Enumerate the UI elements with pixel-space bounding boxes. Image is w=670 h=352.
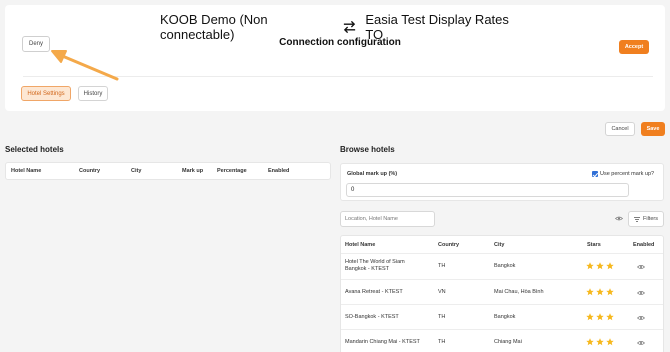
- browse-hotels-table: Hotel Name Country City Stars Enabled Ho…: [340, 235, 664, 352]
- city-cell: Mai Chau, Hòa Bình: [494, 289, 544, 295]
- use-percent-label: Use percent mark up?: [600, 171, 655, 177]
- star-icon: [596, 338, 604, 346]
- save-button[interactable]: Save: [641, 122, 665, 136]
- browse-hotels-title: Browse hotels: [340, 145, 395, 154]
- column-header-city: City: [131, 168, 142, 174]
- hotel-name-cell: Hotel The World of Siam Bangkok - KTEST: [345, 259, 405, 273]
- table-row[interactable]: SO-Bangkok - KTEST TH Bangkok: [341, 304, 663, 329]
- country-cell: TH: [438, 314, 446, 320]
- global-markup-label: Global mark up (%): [347, 171, 398, 177]
- swap-arrows-icon: [344, 20, 356, 34]
- country-cell: VN: [438, 289, 446, 295]
- eye-icon[interactable]: [637, 315, 645, 321]
- hotel-name-cell: SO-Bangkok - KTEST: [345, 314, 399, 321]
- use-percent-checkbox[interactable]: [592, 171, 598, 177]
- eye-icon[interactable]: [637, 290, 645, 296]
- page-subtitle: Connection configuration: [279, 37, 401, 48]
- column-header-hotel-name: Hotel Name: [345, 242, 376, 248]
- hotel-name-line: SO-Bangkok - KTEST: [345, 314, 399, 320]
- column-header-country: Country: [79, 168, 101, 174]
- column-header-enabled: Enabled: [633, 242, 655, 248]
- star-icon: [606, 313, 614, 321]
- country-cell: TH: [438, 339, 446, 345]
- accept-button[interactable]: Accept: [619, 40, 649, 54]
- header-divider: [23, 76, 653, 77]
- star-icon: [586, 288, 594, 296]
- hotel-name-line: Hotel The World of Siam: [345, 259, 405, 265]
- table-row[interactable]: Avana Retreat - KTEST VN Mai Chau, Hòa Bìn…: [341, 279, 663, 304]
- country-cell: TH: [438, 263, 446, 269]
- column-header-country: Country: [438, 242, 460, 248]
- hotel-name-line: Avana Retreat - KTEST: [345, 289, 403, 295]
- star-rating: [586, 262, 614, 270]
- star-rating: [586, 288, 614, 296]
- table-row[interactable]: Hotel The World of Siam Bangkok - KTEST TH…: [341, 253, 663, 278]
- filters-label: Filters: [643, 216, 658, 222]
- hotel-name-cell: Avana Retreat - KTEST: [345, 289, 403, 296]
- city-cell: Chiang Mai: [494, 339, 522, 345]
- column-header-stars: Stars: [587, 242, 601, 248]
- global-markup-input[interactable]: 0: [346, 183, 629, 197]
- global-markup-card: Global mark up (%) Use percent mark up? …: [340, 163, 664, 201]
- star-icon: [606, 262, 614, 270]
- tab-hotel-settings[interactable]: Hotel Settings: [21, 86, 71, 101]
- column-header-city: City: [494, 242, 505, 248]
- city-cell: Bangkok: [494, 314, 516, 320]
- hotel-search-input[interactable]: Location, Hotel Name: [340, 211, 435, 227]
- star-icon: [596, 262, 604, 270]
- selected-hotels-title: Selected hotels: [5, 145, 64, 154]
- star-icon: [596, 288, 604, 296]
- star-icon: [606, 338, 614, 346]
- star-icon: [596, 313, 604, 321]
- column-header-hotel-name: Hotel Name: [11, 168, 42, 174]
- star-rating: [586, 313, 614, 321]
- hotel-name-line: Mandarin Chiang Mai - KTEST: [345, 339, 420, 345]
- column-header-markup: Mark up: [182, 168, 204, 174]
- filters-button[interactable]: Filters: [628, 211, 664, 227]
- star-icon: [586, 338, 594, 346]
- star-icon: [586, 262, 594, 270]
- hotel-name-cell: Mandarin Chiang Mai - KTEST: [345, 339, 420, 346]
- cancel-button[interactable]: Cancel: [605, 122, 635, 136]
- star-rating: [586, 338, 614, 346]
- tab-history[interactable]: History: [78, 86, 108, 101]
- star-icon: [586, 313, 594, 321]
- hotel-name-line: Bangkok - KTEST: [345, 266, 390, 272]
- connection-title: KOOB Demo (Non connectable) Easia Test D…: [160, 12, 520, 42]
- eye-icon[interactable]: [615, 216, 623, 221]
- filter-icon: [634, 216, 640, 222]
- deny-button[interactable]: Deny: [22, 36, 50, 52]
- selected-hotels-table: Hotel Name Country City Mark up Percenta…: [5, 162, 331, 180]
- table-row[interactable]: Mandarin Chiang Mai - KTEST TH Chiang Mai: [341, 329, 663, 352]
- eye-icon[interactable]: [637, 340, 645, 346]
- star-icon: [606, 288, 614, 296]
- column-header-enabled: Enabled: [268, 168, 290, 174]
- city-cell: Bangkok: [494, 263, 516, 269]
- connection-header-card: Deny KOOB Demo (Non connectable) Easia T…: [5, 5, 665, 111]
- eye-icon[interactable]: [637, 264, 645, 270]
- column-header-percentage: Percentage: [217, 168, 247, 174]
